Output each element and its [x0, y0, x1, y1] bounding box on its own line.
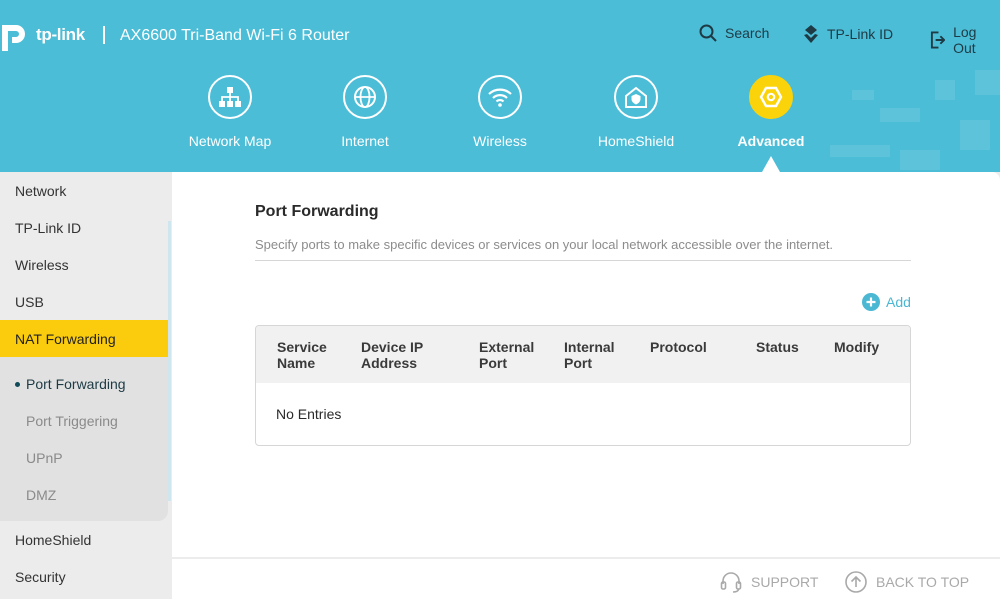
column-header-modify: Modify	[834, 339, 879, 355]
support-label: SUPPORT	[751, 574, 819, 590]
column-header-line: Port	[564, 355, 592, 371]
tab-homeshield[interactable]: HomeShield	[581, 75, 691, 149]
tab-network-map[interactable]: Network Map	[175, 75, 285, 149]
footer: SUPPORT BACK TO TOP	[172, 559, 1000, 599]
globe-icon	[343, 75, 387, 119]
divider	[255, 260, 911, 261]
sidebar-item-security[interactable]: Security	[0, 558, 172, 595]
column-header-line: Address	[361, 355, 418, 371]
add-icon	[862, 293, 880, 311]
search-label: Search	[725, 25, 770, 41]
tab-label: Advanced	[737, 133, 805, 149]
decor-pixel	[960, 120, 990, 150]
main-panel: Port Forwarding Specify ports to make sp…	[172, 172, 1000, 557]
network-map-icon	[208, 75, 252, 119]
tplink-id-icon	[804, 25, 818, 43]
sidebar: Network TP-Link ID Wireless USB NAT Forw…	[0, 172, 172, 599]
column-header-line: Device IP	[361, 339, 424, 355]
sidebar-scrollbar[interactable]	[168, 221, 171, 501]
product-name: AX6600 Tri-Band Wi-Fi 6 Router	[120, 27, 350, 44]
tab-label: HomeShield	[597, 133, 675, 149]
tab-label: Network Map	[188, 133, 272, 149]
tab-wireless[interactable]: Wireless	[445, 75, 555, 149]
sidebar-subitem-dmz[interactable]: DMZ	[0, 476, 168, 513]
sidebar-submenu: Port Forwarding Port Triggering UPnP DMZ	[0, 357, 168, 521]
port-forwarding-table: Service Name Device IP Address External …	[255, 325, 911, 446]
tplink-id-button[interactable]: TP-Link ID	[803, 24, 893, 44]
tplink-logo-icon	[0, 17, 34, 53]
headset-icon	[720, 572, 742, 593]
page-description: Specify ports to make specific devices o…	[255, 237, 834, 252]
sidebar-subitem-port-triggering[interactable]: Port Triggering	[0, 402, 168, 439]
logout-button[interactable]: Log Out	[930, 24, 1000, 56]
search-button[interactable]: Search	[699, 24, 769, 42]
add-button[interactable]: Add	[862, 293, 911, 311]
column-header-external-port: External Port	[479, 339, 534, 371]
column-header-line: Modify	[834, 339, 880, 355]
column-header-line: Status	[756, 339, 799, 355]
sidebar-item-usb[interactable]: USB	[0, 283, 172, 320]
sidebar-item-tplink-id[interactable]: TP-Link ID	[0, 209, 172, 246]
empty-table-message: No Entries	[276, 406, 342, 422]
sidebar-item-nat-forwarding[interactable]: NAT Forwarding	[0, 320, 168, 357]
column-header-device-ip: Device IP Address	[361, 339, 423, 371]
support-link[interactable]: SUPPORT	[720, 571, 818, 593]
add-label: Add	[886, 294, 911, 310]
header-bar: tp-link AX6600 Tri-Band Wi-Fi 6 Router S…	[0, 0, 1000, 172]
decor-pixel	[900, 150, 940, 170]
sidebar-item-homeshield[interactable]: HomeShield	[0, 521, 172, 558]
active-tab-caret	[762, 156, 780, 172]
decor-pixel	[935, 80, 955, 100]
table-header: Service Name Device IP Address External …	[256, 326, 910, 383]
column-header-line: Port	[479, 355, 507, 371]
column-header-protocol: Protocol	[650, 339, 707, 355]
decor-pixel	[852, 90, 874, 100]
sidebar-subitem-upnp[interactable]: UPnP	[0, 439, 168, 476]
column-header-internal-port: Internal Port	[564, 339, 615, 371]
sidebar-item-network[interactable]: Network	[0, 172, 172, 209]
column-header-service-name: Service Name	[277, 339, 327, 371]
column-header-status: Status	[756, 339, 799, 355]
search-icon	[699, 24, 717, 42]
column-header-line: Protocol	[650, 339, 707, 355]
column-header-line: Name	[277, 355, 316, 371]
logo-text: tp-link	[36, 25, 85, 44]
page-title: Port Forwarding	[255, 203, 379, 220]
column-header-line: External	[479, 339, 535, 355]
tplink-id-label: TP-Link ID	[827, 26, 894, 42]
back-to-top-link[interactable]: BACK TO TOP	[845, 571, 969, 593]
tplink-logo[interactable]: tp-link	[0, 16, 85, 54]
column-header-line: Internal	[564, 339, 615, 355]
wifi-icon	[478, 75, 522, 119]
tab-label: Wireless	[473, 133, 527, 149]
logout-icon	[930, 31, 946, 49]
column-header-line: Service	[277, 339, 327, 355]
home-shield-icon	[614, 75, 658, 119]
decor-pixel	[830, 145, 890, 157]
sidebar-subitem-port-forwarding[interactable]: Port Forwarding	[0, 365, 168, 402]
decor-pixel	[975, 70, 1000, 95]
decor-pixel	[880, 108, 920, 122]
sidebar-item-wireless[interactable]: Wireless	[0, 246, 172, 283]
logout-label: Log Out	[953, 24, 977, 56]
header-divider	[103, 26, 105, 44]
tab-internet[interactable]: Internet	[310, 75, 420, 149]
gear-icon	[749, 75, 793, 119]
arrow-up-circle-icon	[845, 571, 867, 593]
tab-advanced[interactable]: Advanced	[716, 75, 826, 149]
tab-label: Internet	[341, 133, 389, 149]
back-to-top-label: BACK TO TOP	[876, 574, 970, 590]
